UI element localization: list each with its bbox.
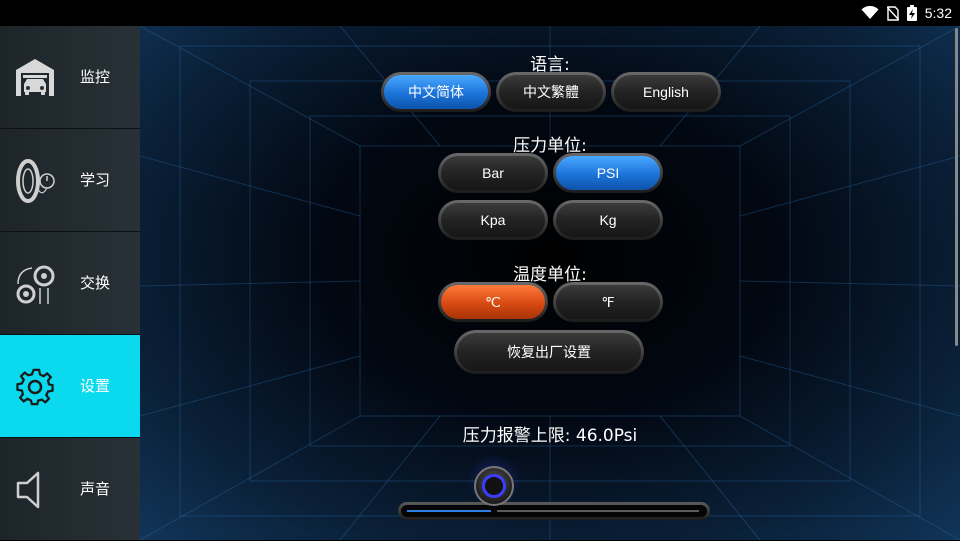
button-label: Kpa bbox=[441, 203, 545, 237]
sidebar-item-swap[interactable]: 交换 bbox=[0, 232, 140, 335]
temperature-fahrenheit-button[interactable]: ℉ bbox=[553, 282, 663, 322]
pressure-alarm-label: 压力报警上限: bbox=[462, 426, 571, 446]
sidebar-item-label: 监控 bbox=[80, 68, 111, 86]
battery-charging-icon bbox=[906, 5, 917, 21]
button-label: ℃ bbox=[441, 285, 545, 319]
sidebar-item-label: 设置 bbox=[80, 377, 111, 395]
pressure-unit-kg-button[interactable]: Kg bbox=[553, 200, 663, 240]
factory-reset-button[interactable]: 恢复出厂设置 bbox=[454, 330, 644, 374]
button-label: ℉ bbox=[556, 285, 660, 319]
button-label: 恢复出厂设置 bbox=[457, 333, 641, 371]
slider-fill bbox=[407, 510, 491, 512]
gear-icon bbox=[16, 368, 54, 406]
sidebar-item-monitor[interactable]: 监控 bbox=[0, 26, 140, 129]
pressure-unit-title: 压力单位: bbox=[513, 136, 587, 156]
sidebar-item-label: 学习 bbox=[80, 171, 111, 189]
button-label: Bar bbox=[441, 156, 545, 190]
button-label: 中文简体 bbox=[384, 75, 488, 109]
pressure-alarm-readout: 压力报警上限: 46.0Psi bbox=[140, 421, 960, 446]
slider-track-inner bbox=[401, 505, 707, 517]
language-english-button[interactable]: English bbox=[611, 72, 721, 112]
button-label: 中文繁體 bbox=[499, 75, 603, 109]
sidebar-nav: 监控 学习 交换 设置 声音 bbox=[0, 26, 140, 540]
sidebar-item-label: 声音 bbox=[80, 480, 111, 498]
status-time: 5:32 bbox=[924, 5, 952, 21]
status-icons: 5:32 bbox=[861, 0, 952, 26]
sidebar-item-settings[interactable]: 设置 bbox=[0, 335, 140, 438]
sidebar-item-label: 交换 bbox=[80, 274, 111, 292]
temperature-celsius-button[interactable]: ℃ bbox=[438, 282, 548, 322]
pressure-alarm-value: 46.0Psi bbox=[575, 426, 638, 446]
pressure-unit-kpa-button[interactable]: Kpa bbox=[438, 200, 548, 240]
slider-thumb-ring bbox=[482, 474, 506, 498]
no-sim-icon bbox=[886, 5, 899, 21]
button-label: English bbox=[614, 75, 718, 109]
status-bar: 5:32 bbox=[0, 0, 960, 26]
button-label: PSI bbox=[556, 156, 660, 190]
slider-remaining bbox=[497, 510, 699, 512]
button-label: Kg bbox=[556, 203, 660, 237]
language-simplified-chinese-button[interactable]: 中文简体 bbox=[381, 72, 491, 112]
slider-thumb[interactable] bbox=[474, 466, 514, 506]
sidebar-item-sound[interactable]: 声音 bbox=[0, 438, 140, 541]
garage-car-icon bbox=[16, 59, 54, 96]
sidebar-item-learn[interactable]: 学习 bbox=[0, 129, 140, 232]
temperature-unit-title: 温度单位: bbox=[513, 265, 587, 285]
pressure-unit-psi-button[interactable]: PSI bbox=[553, 153, 663, 193]
tire-swap-icon bbox=[16, 265, 55, 304]
pressure-unit-bar-button[interactable]: Bar bbox=[438, 153, 548, 193]
settings-panel: 语言: 中文简体 中文繁體 English 压力单位: Bar PSI Kpa … bbox=[140, 26, 960, 540]
scrollbar-thumb[interactable] bbox=[955, 28, 958, 346]
speaker-icon bbox=[16, 471, 40, 509]
pressure-alarm-slider[interactable] bbox=[398, 502, 710, 520]
language-traditional-chinese-button[interactable]: 中文繁體 bbox=[496, 72, 606, 112]
tire-gauge-icon bbox=[16, 159, 55, 203]
wifi-icon bbox=[861, 6, 879, 19]
